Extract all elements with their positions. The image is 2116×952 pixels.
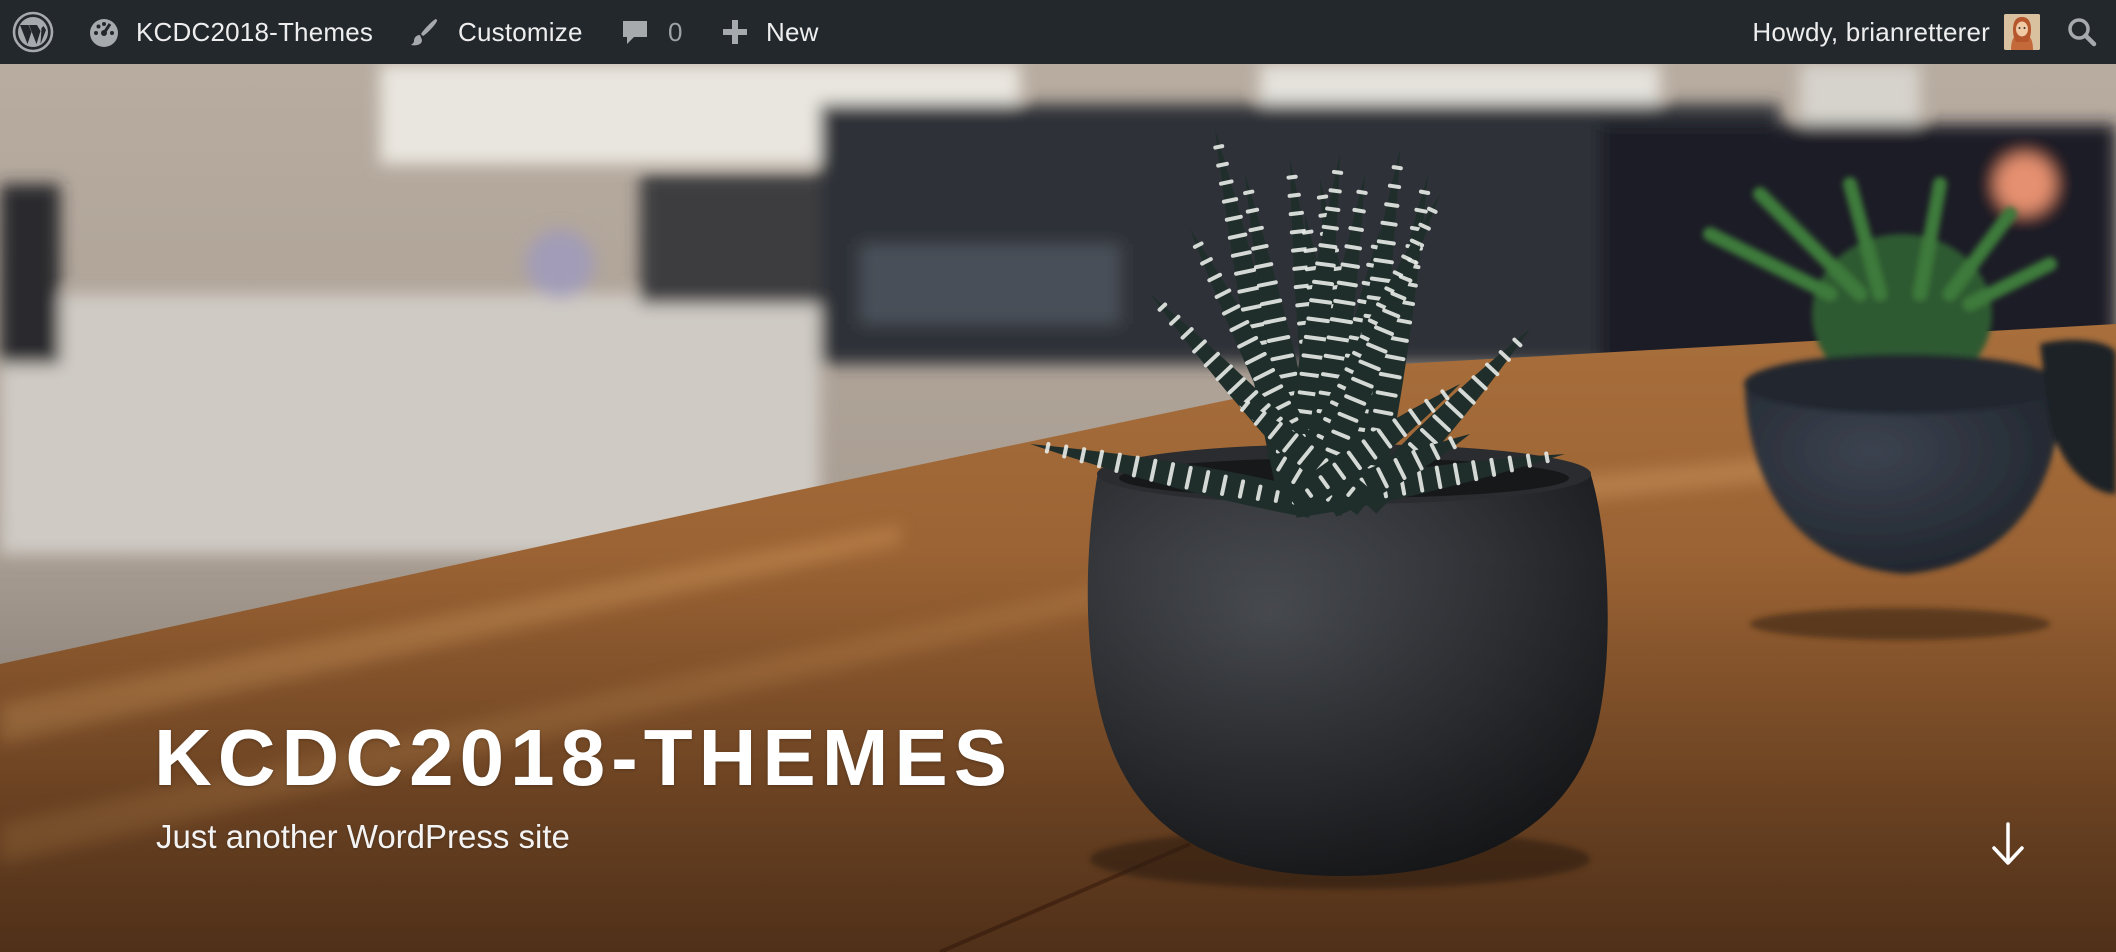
comments-link[interactable]: 0: [620, 0, 683, 64]
scroll-down-button[interactable]: [1986, 818, 2030, 872]
greeting-label: Howdy, brianretterer: [1752, 16, 1990, 47]
new-content-menu[interactable]: New: [720, 0, 819, 64]
search-icon: [2068, 18, 2097, 47]
arrow-down-icon: [1992, 822, 2024, 865]
comments-count: 0: [668, 16, 683, 47]
dashboard-icon: [90, 19, 118, 47]
admin-bar: KCDC2018-Themes Customize 0 New Howdy, b…: [0, 0, 2116, 64]
site-title[interactable]: KCDC2018-THEMES: [154, 718, 1013, 798]
customize-label: Customize: [458, 16, 583, 47]
search-button[interactable]: [2066, 0, 2098, 64]
site-name-menu[interactable]: KCDC2018-Themes: [88, 0, 373, 64]
new-label: New: [766, 16, 819, 47]
site-name-label: KCDC2018-Themes: [136, 16, 374, 47]
my-account-menu[interactable]: Howdy, brianretterer: [1752, 0, 2040, 64]
plus-icon: [723, 20, 747, 44]
paintbrush-icon: [411, 19, 438, 46]
comment-bubble-icon: [623, 21, 647, 44]
site-description: Just another WordPress site: [156, 818, 570, 855]
wordpress-logo-icon: [12, 11, 54, 53]
customize-link[interactable]: Customize: [408, 0, 583, 64]
site-branding: KCDC2018-THEMES Just another WordPress s…: [154, 718, 1013, 855]
avatar: [2004, 14, 2040, 50]
wp-logo-button[interactable]: [12, 0, 54, 64]
custom-header: KCDC2018-THEMES Just another WordPress s…: [0, 64, 2116, 952]
